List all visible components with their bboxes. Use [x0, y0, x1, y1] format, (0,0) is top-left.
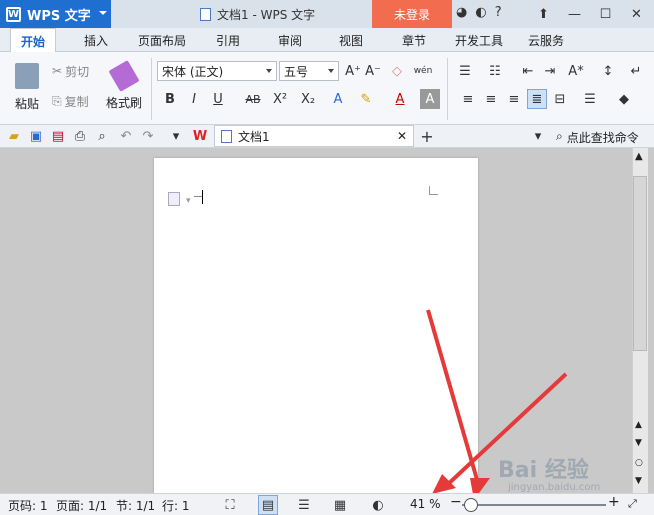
- watermark-url: jingyan.baidu.com: [508, 482, 601, 493]
- zoom-in-button[interactable]: +: [608, 494, 620, 510]
- zoom-percent[interactable]: 41 %: [410, 497, 441, 511]
- status-pages[interactable]: 页面: 1/1: [56, 497, 107, 514]
- status-line[interactable]: 行: 1: [162, 497, 190, 514]
- annotation-arrows: [426, 309, 568, 500]
- zoom-out-button[interactable]: −: [450, 494, 462, 510]
- fullscreen-icon[interactable]: ⛶: [220, 495, 240, 515]
- fit-page-icon[interactable]: ⤢: [628, 497, 637, 511]
- status-section[interactable]: 节: 1/1: [116, 497, 155, 514]
- watermark-logo: Bai 经验: [498, 458, 589, 483]
- eye-protect-icon[interactable]: ◐: [368, 495, 388, 515]
- web-view-icon[interactable]: ▦: [330, 495, 350, 515]
- zoom-slider-handle[interactable]: [464, 498, 479, 512]
- outline-view-icon[interactable]: ☰: [294, 495, 314, 515]
- page-view-icon[interactable]: ▤: [258, 495, 278, 515]
- zoom-slider[interactable]: [462, 504, 606, 506]
- status-page-number[interactable]: 页码: 1: [8, 497, 48, 514]
